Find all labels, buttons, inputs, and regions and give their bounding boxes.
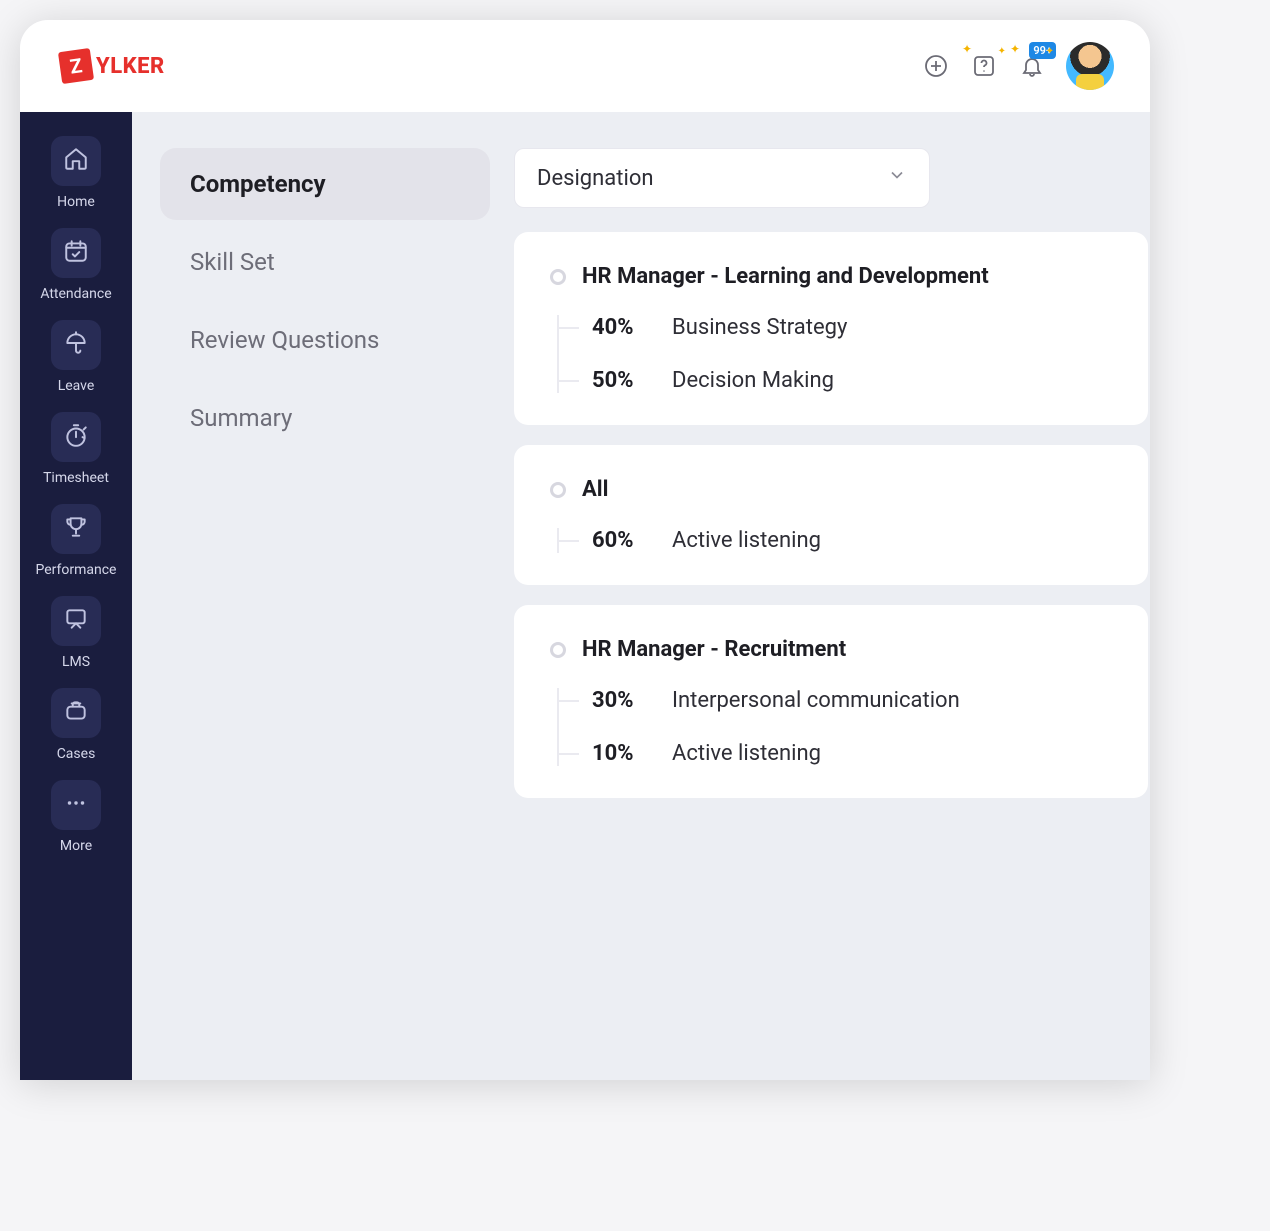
sidebar-item-timesheet[interactable]: Timesheet [32, 412, 120, 486]
help-icon[interactable] [970, 52, 998, 80]
competency-row: 60% Active listening [566, 528, 1112, 553]
card-items: 30% Interpersonal communication 10% Acti… [557, 688, 1112, 766]
card-items: 60% Active listening [557, 528, 1112, 553]
chevron-down-icon [887, 165, 907, 191]
card-header: HR Manager - Recruitment [550, 637, 1112, 662]
more-icon [63, 790, 89, 820]
main: Competency Skill Set Review Questions Su… [132, 112, 1150, 1080]
header: Z YLKER 99+ [20, 20, 1150, 112]
sub-nav: Competency Skill Set Review Questions Su… [160, 148, 490, 1080]
cards-wrap[interactable]: HR Manager - Learning and Development 40… [514, 232, 1150, 1080]
sub-nav-skill-set[interactable]: Skill Set [160, 226, 490, 298]
add-icon[interactable] [922, 52, 950, 80]
app-frame: Z YLKER 99+ Home Attendance [20, 20, 1150, 1080]
sidebar-item-label: LMS [62, 654, 90, 670]
competency-pct: 30% [592, 688, 650, 713]
sidebar-item-label: Performance [36, 562, 117, 578]
content-column: Designation HR Manager - Learning and De… [514, 148, 1150, 1080]
competency-name: Active listening [672, 528, 821, 553]
sidebar-item-label: Attendance [40, 286, 111, 302]
logo[interactable]: Z YLKER [60, 50, 165, 82]
trophy-icon [63, 514, 89, 544]
sidebar-item-leave[interactable]: Leave [32, 320, 120, 394]
sidebar-item-lms[interactable]: LMS [32, 596, 120, 670]
stopwatch-icon [63, 422, 89, 452]
competency-name: Active listening [672, 741, 821, 766]
briefcase-icon [63, 698, 89, 728]
sidebar-item-attendance[interactable]: Attendance [32, 228, 120, 302]
sidebar-item-label: Cases [57, 746, 96, 762]
card-header: HR Manager - Learning and Development [550, 264, 1112, 289]
notifications-icon[interactable]: 99+ [1018, 52, 1046, 80]
sub-nav-review-questions[interactable]: Review Questions [160, 304, 490, 376]
competency-pct: 50% [592, 368, 650, 393]
card-header: All [550, 477, 1112, 502]
sidebar-item-label: Timesheet [43, 470, 109, 486]
header-actions: 99+ [922, 42, 1114, 90]
competency-card: HR Manager - Learning and Development 40… [514, 232, 1148, 425]
node-dot-icon [550, 642, 566, 658]
sidebar-item-label: More [60, 838, 92, 854]
competency-card: HR Manager - Recruitment 30% Interperson… [514, 605, 1148, 798]
home-icon [63, 146, 89, 176]
competency-row: 50% Decision Making [566, 368, 1112, 393]
card-title: All [582, 477, 608, 502]
umbrella-icon [63, 330, 89, 360]
node-dot-icon [550, 482, 566, 498]
sidebar-item-more[interactable]: More [32, 780, 120, 854]
logo-text: YLKER [96, 54, 165, 79]
competency-pct: 60% [592, 528, 650, 553]
sub-nav-competency[interactable]: Competency [160, 148, 490, 220]
calendar-check-icon [63, 238, 89, 268]
sidebar-item-home[interactable]: Home [32, 136, 120, 210]
competency-pct: 10% [592, 741, 650, 766]
competency-name: Decision Making [672, 368, 834, 393]
sidebar-item-performance[interactable]: Performance [32, 504, 120, 578]
node-dot-icon [550, 269, 566, 285]
dropdown-selected: Designation [537, 166, 654, 191]
competency-row: 40% Business Strategy [566, 315, 1112, 340]
avatar[interactable] [1066, 42, 1114, 90]
designation-dropdown[interactable]: Designation [514, 148, 930, 208]
sidebar-item-cases[interactable]: Cases [32, 688, 120, 762]
body: Home Attendance Leave Timesheet Performa… [20, 112, 1150, 1080]
presentation-icon [63, 606, 89, 636]
sidebar-item-label: Leave [58, 378, 95, 394]
sidebar-item-label: Home [57, 194, 95, 210]
sub-nav-summary[interactable]: Summary [160, 382, 490, 454]
card-title: HR Manager - Learning and Development [582, 264, 989, 289]
notification-badge: 99+ [1029, 42, 1056, 59]
competency-row: 10% Active listening [566, 741, 1112, 766]
competency-name: Interpersonal communication [672, 688, 960, 713]
competency-card: All 60% Active listening [514, 445, 1148, 585]
sidebar: Home Attendance Leave Timesheet Performa… [20, 112, 132, 1080]
competency-row: 30% Interpersonal communication [566, 688, 1112, 713]
competency-pct: 40% [592, 315, 650, 340]
card-title: HR Manager - Recruitment [582, 637, 846, 662]
competency-name: Business Strategy [672, 315, 847, 340]
card-items: 40% Business Strategy 50% Decision Makin… [557, 315, 1112, 393]
logo-z-icon: Z [58, 48, 94, 84]
